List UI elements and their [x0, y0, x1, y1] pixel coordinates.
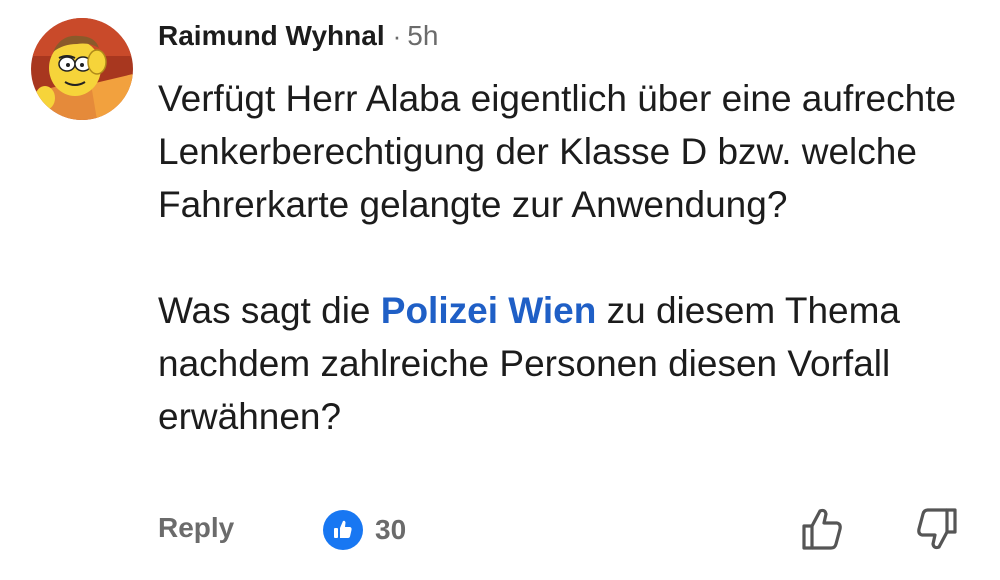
comment-paragraph-2: Was sagt die Polizei Wien zu diesem Them…: [158, 284, 988, 443]
comment-paragraph-1: Verfügt Herr Alaba eigentlich über eine …: [158, 78, 957, 225]
thumb-down-outline-icon[interactable]: [915, 506, 959, 552]
separator-dot: ·: [392, 21, 402, 51]
timestamp[interactable]: 5h: [407, 20, 438, 52]
paragraph-2-text-before: Was sagt die: [158, 290, 381, 331]
thumb-up-outline-icon[interactable]: [800, 506, 844, 552]
comment-body: Verfügt Herr Alaba eigentlich über eine …: [158, 72, 988, 443]
mention-link[interactable]: Polizei Wien: [381, 290, 597, 331]
comment: Raimund Wyhnal · 5h Verfügt Herr Alaba e…: [0, 0, 1000, 580]
avatar[interactable]: [31, 18, 133, 120]
comment-actions: Reply 30: [0, 500, 1000, 560]
cartoon-avatar-icon: [31, 18, 133, 120]
comment-header: Raimund Wyhnal · 5h: [158, 20, 438, 52]
thumbs-up-icon: [323, 510, 363, 550]
like-count: 30: [375, 514, 407, 545]
reply-button[interactable]: Reply: [158, 512, 234, 544]
reaction-summary[interactable]: 30: [323, 510, 406, 550]
author-name[interactable]: Raimund Wyhnal: [158, 20, 385, 52]
